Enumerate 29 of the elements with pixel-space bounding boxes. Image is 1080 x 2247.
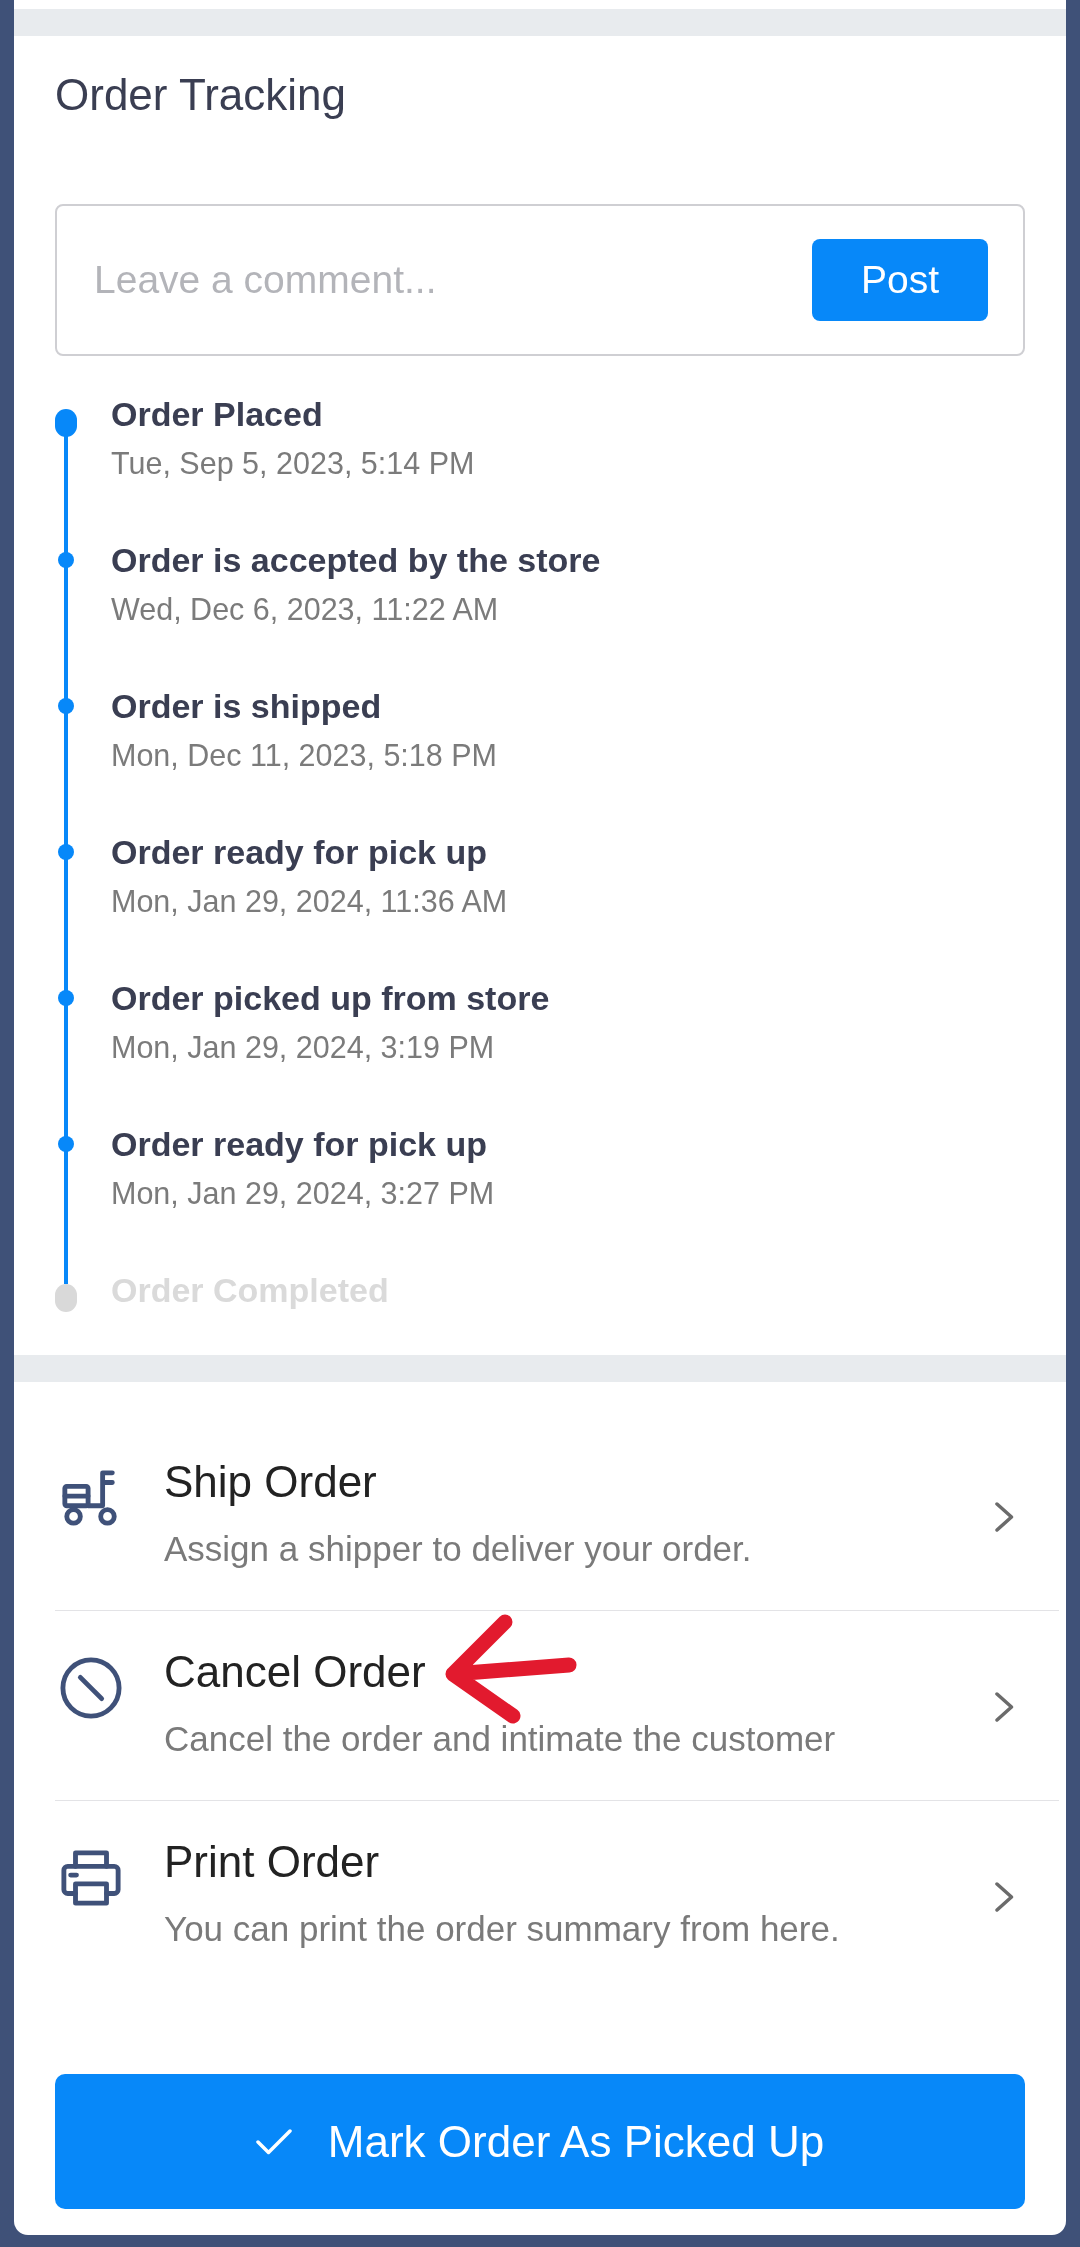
- timeline-event-time: Mon, Dec 11, 2023, 5:18 PM: [111, 737, 497, 774]
- comment-input[interactable]: Leave a comment...: [94, 250, 812, 310]
- timeline-event-title: Order is shipped: [111, 686, 382, 726]
- action-description: You can print the order summary from here.: [164, 1909, 840, 1949]
- timeline-event-title: Order ready for pick up: [111, 1124, 487, 1164]
- chevron-right-icon[interactable]: [995, 1691, 1014, 1722]
- timeline-event-time: Wed, Dec 6, 2023, 11:22 AM: [111, 591, 499, 628]
- action-title[interactable]: Cancel Order: [164, 1648, 426, 1696]
- timeline-event-title: Order ready for pick up: [111, 832, 487, 872]
- section-title: Order Tracking: [55, 72, 346, 118]
- action-title[interactable]: Ship Order: [164, 1458, 377, 1506]
- timeline-event-time: Mon, Jan 29, 2024, 3:27 PM: [111, 1175, 495, 1212]
- timeline-event-title: Order is accepted by the store: [111, 540, 601, 580]
- chevron-right-icon[interactable]: [995, 1881, 1014, 1912]
- post-button[interactable]: Post: [812, 239, 988, 321]
- action-description: Cancel the order and intimate the customer: [164, 1719, 836, 1759]
- timeline-event-title: Order picked up from store: [111, 978, 550, 1018]
- timeline-event-time: Mon, Jan 29, 2024, 3:19 PM: [111, 1029, 495, 1066]
- checkmark-icon: [255, 2128, 292, 2155]
- prohibited-icon: [60, 1657, 122, 1719]
- chevron-right-icon[interactable]: [995, 1501, 1014, 1532]
- timeline-event-title: Order Placed: [111, 394, 323, 434]
- action-description: Assign a shipper to deliver your order.: [164, 1529, 752, 1569]
- mark-picked-up-button[interactable]: Mark Order As Picked Up: [55, 2074, 1025, 2209]
- action-title[interactable]: Print Order: [164, 1838, 380, 1886]
- timeline-event-time: Tue, Sep 5, 2023, 5:14 PM: [111, 445, 475, 483]
- timeline-event-time: Mon, Jan 29, 2024, 11:36 AM: [111, 883, 508, 920]
- printer-icon: [60, 1847, 122, 1909]
- comment-field[interactable]: Leave a comment... Post: [55, 204, 1025, 356]
